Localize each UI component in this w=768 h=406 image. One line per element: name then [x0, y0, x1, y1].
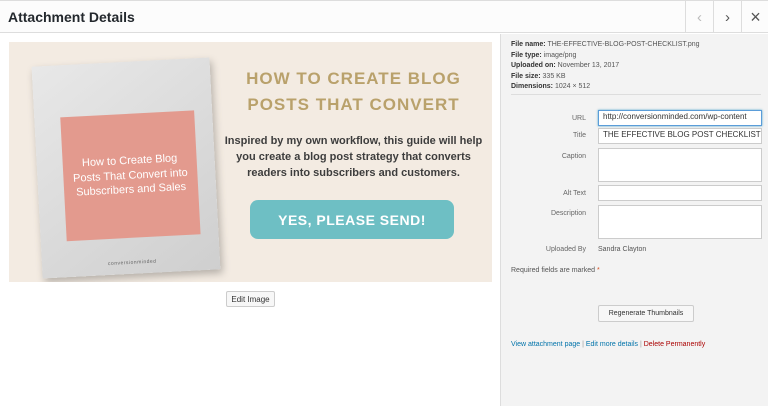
file-type-label: File type: — [511, 51, 542, 59]
promo-text: Inspired by my own workflow, this guide … — [224, 135, 483, 179]
promo-title: HOW TO CREATE BLOG POSTS THAT CONVERT — [246, 69, 461, 115]
modal-title: Attachment Details — [8, 9, 135, 25]
attachment-media-view: How to Create Blog Posts That Convert in… — [0, 34, 500, 406]
alt-text-field[interactable] — [598, 185, 762, 201]
url-label: URL — [571, 115, 586, 122]
alt-text-label: Alt Text — [563, 190, 586, 197]
dimensions: 1024 × 512 — [554, 83, 591, 90]
dimensions-label: Dimensions: — [511, 83, 554, 90]
uploaded-on: November 13, 2017 — [557, 62, 620, 69]
uploaded-by-value: Sandra Clayton — [598, 246, 647, 253]
previous-attachment-button[interactable]: ‹ — [685, 1, 713, 33]
attachment-image-preview: How to Create Blog Posts That Convert in… — [9, 42, 492, 282]
link-separator: | — [639, 341, 642, 348]
url-field[interactable]: http://conversionminded.com/wp-content — [598, 110, 762, 126]
required-note: Required fields are marked * — [511, 267, 600, 274]
edit-image-button[interactable]: Edit Image — [226, 291, 275, 307]
close-button[interactable]: × — [741, 1, 768, 33]
view-attachment-page-link[interactable]: View attachment page — [511, 341, 580, 348]
book-title: How to Create Blog Posts That Convert in… — [60, 110, 201, 242]
uploaded-by-label: Uploaded By — [545, 246, 586, 253]
attachment-details-modal: Attachment Details ‹ › × How to Create B… — [0, 0, 768, 406]
link-separator: | — [582, 341, 584, 348]
file-details: File name: THE-EFFECTIVE-BLOG-POST-CHECK… — [511, 40, 700, 93]
title-label: Title — [573, 132, 586, 139]
file-name: THE-EFFECTIVE-BLOG-POST-CHECKLIST.png — [547, 41, 700, 48]
cta-graphic: YES, PLEASE SEND! — [250, 200, 454, 239]
required-note-text: Required fields are marked — [511, 267, 596, 274]
book-brand: conversionminded — [107, 258, 157, 268]
title-field[interactable]: THE EFFECTIVE BLOG POST CHECKLIST — [598, 128, 762, 144]
description-field[interactable] — [598, 205, 762, 239]
file-size-label: File size: — [511, 72, 541, 80]
next-attachment-button[interactable]: › — [713, 1, 741, 33]
chevron-right-icon: › — [725, 8, 730, 26]
regenerate-thumbnails-button[interactable]: Regenerate Thumbnails — [598, 305, 694, 322]
attachment-actions: View attachment page | Edit more details… — [511, 341, 705, 348]
caption-label: Caption — [561, 153, 586, 160]
uploaded-on-label: Uploaded on: — [511, 62, 556, 69]
close-icon: × — [750, 6, 761, 27]
edit-more-details-link[interactable]: Edit more details — [586, 341, 638, 348]
attachment-info-sidebar: File name: THE-EFFECTIVE-BLOG-POST-CHECK… — [500, 34, 768, 406]
required-star: * — [597, 267, 600, 274]
caption-field[interactable] — [598, 148, 762, 182]
book-cover-image: How to Create Blog Posts That Convert in… — [31, 57, 221, 279]
file-name-label: File name: — [511, 41, 546, 48]
file-size: 335 KB — [542, 72, 566, 80]
modal-header: Attachment Details ‹ › × — [0, 1, 768, 33]
delete-permanently-link[interactable]: Delete Permanently — [644, 341, 705, 348]
chevron-left-icon: ‹ — [697, 8, 702, 26]
divider — [511, 94, 761, 95]
file-type: image/png — [543, 51, 577, 59]
description-label: Description — [550, 210, 586, 217]
